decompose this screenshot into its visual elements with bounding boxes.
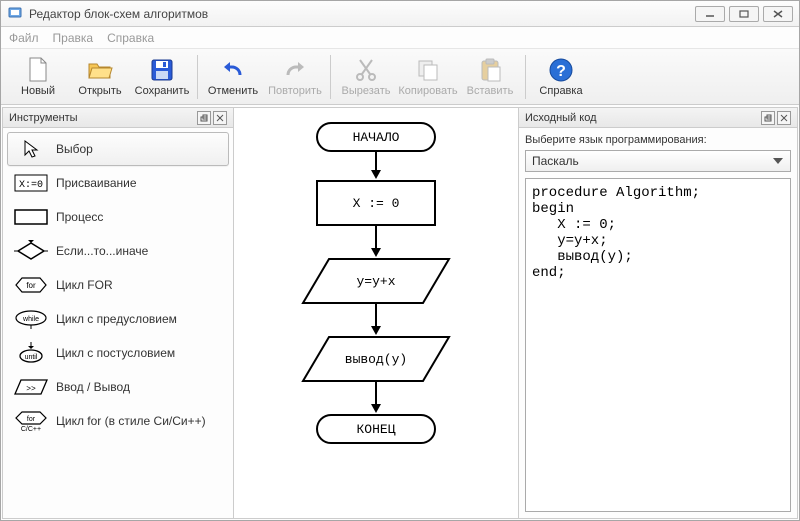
undock-button[interactable]: [197, 111, 211, 125]
maximize-button[interactable]: [729, 6, 759, 22]
flow-io-1[interactable]: y=y+x: [301, 258, 451, 304]
arrow-head-icon: [371, 170, 381, 179]
for-c-icon: for C/C++: [14, 410, 48, 432]
undo-button[interactable]: Отменить: [202, 52, 264, 102]
assign-icon: X:=0: [14, 172, 48, 194]
help-icon: ?: [547, 57, 575, 83]
code-panel-title: Исходный код: [519, 108, 797, 128]
arrow: [375, 226, 377, 250]
tool-for-c[interactable]: forC/C++ Цикл for (в стиле Си/Си++): [7, 404, 229, 438]
arrow-head-icon: [371, 248, 381, 257]
paste-button[interactable]: Вставить: [459, 52, 521, 102]
process-icon: [14, 206, 48, 228]
titlebar: Редактор блок-схем алгоритмов: [1, 1, 799, 27]
tool-list: Выбор X:=0 Присваивание Процесс Если...т…: [3, 128, 233, 518]
copy-icon: [414, 57, 442, 83]
cut-icon: [352, 57, 380, 83]
until-icon: until: [14, 342, 48, 364]
app-icon: [7, 6, 23, 22]
save-button[interactable]: Сохранить: [131, 52, 193, 102]
arrow-head-icon: [371, 326, 381, 335]
file-icon: [24, 57, 52, 83]
separator: [330, 55, 331, 99]
svg-text:C/C++: C/C++: [21, 426, 41, 432]
language-label: Выберите язык программирования:: [525, 134, 791, 146]
cut-button[interactable]: Вырезать: [335, 52, 397, 102]
while-icon: while: [14, 308, 48, 330]
menu-help[interactable]: Справка: [107, 31, 154, 45]
chevron-down-icon: [770, 154, 786, 168]
paste-icon: [476, 57, 504, 83]
window-title: Редактор блок-схем алгоритмов: [29, 7, 695, 21]
io-icon: >>: [14, 376, 48, 398]
language-select[interactable]: Паскаль: [525, 150, 791, 172]
separator: [525, 55, 526, 99]
redo-icon: [281, 57, 309, 83]
flow-end[interactable]: КОНЕЦ: [316, 414, 436, 444]
svg-text:for: for: [26, 281, 36, 290]
folder-open-icon: [86, 57, 114, 83]
tool-select[interactable]: Выбор: [7, 132, 229, 166]
tool-assign[interactable]: X:=0 Присваивание: [7, 166, 229, 200]
flow-io-2[interactable]: вывод(y): [301, 336, 451, 382]
svg-text:for: for: [27, 416, 36, 423]
menu-file[interactable]: Файл: [9, 31, 39, 45]
svg-text:?: ?: [556, 63, 566, 80]
arrow: [375, 382, 377, 406]
menubar: Файл Правка Справка: [1, 27, 799, 49]
cursor-icon: [14, 138, 48, 160]
svg-text:while: while: [22, 316, 39, 323]
for-icon: for: [14, 274, 48, 296]
source-code[interactable]: procedure Algorithm; begin X := 0; y=y+x…: [525, 178, 791, 512]
open-button[interactable]: Открыть: [69, 52, 131, 102]
tools-panel-title: Инструменты: [3, 108, 233, 128]
tools-panel: Инструменты Выбор X:=0 Присваивание Проц…: [2, 107, 234, 519]
undock-button[interactable]: [761, 111, 775, 125]
close-panel-button[interactable]: [213, 111, 227, 125]
redo-button[interactable]: Повторить: [264, 52, 326, 102]
diamond-icon: [14, 240, 48, 262]
tool-process[interactable]: Процесс: [7, 200, 229, 234]
new-button[interactable]: Новый: [7, 52, 69, 102]
svg-text:X:=0: X:=0: [19, 180, 43, 191]
code-panel: Исходный код Выберите язык программирова…: [518, 107, 798, 519]
tool-for[interactable]: for Цикл FOR: [7, 268, 229, 302]
arrow-head-icon: [371, 404, 381, 413]
close-button[interactable]: [763, 6, 793, 22]
svg-text:>>: >>: [26, 385, 36, 394]
close-panel-button[interactable]: [777, 111, 791, 125]
arrow: [375, 152, 377, 172]
save-icon: [148, 57, 176, 83]
canvas[interactable]: НАЧАЛО X := 0 y=y+x вывод(y): [234, 107, 518, 519]
undo-icon: [219, 57, 247, 83]
copy-button[interactable]: Копировать: [397, 52, 459, 102]
flowchart: НАЧАЛО X := 0 y=y+x вывод(y): [234, 108, 518, 518]
tool-while[interactable]: while Цикл с предусловием: [7, 302, 229, 336]
tool-until[interactable]: until Цикл c постусловием: [7, 336, 229, 370]
flow-start[interactable]: НАЧАЛО: [316, 122, 436, 152]
minimize-button[interactable]: [695, 6, 725, 22]
svg-text:until: until: [25, 354, 38, 361]
toolbar: Новый Открыть Сохранить Отменить Повтори…: [1, 49, 799, 105]
flow-process-1[interactable]: X := 0: [316, 180, 436, 226]
menu-edit[interactable]: Правка: [53, 31, 94, 45]
app-window: Редактор блок-схем алгоритмов Файл Правк…: [0, 0, 800, 521]
separator: [197, 55, 198, 99]
help-button[interactable]: ? Справка: [530, 52, 592, 102]
arrow: [375, 304, 377, 328]
tool-if[interactable]: Если...то...иначе: [7, 234, 229, 268]
tool-io[interactable]: >> Ввод / Вывод: [7, 370, 229, 404]
